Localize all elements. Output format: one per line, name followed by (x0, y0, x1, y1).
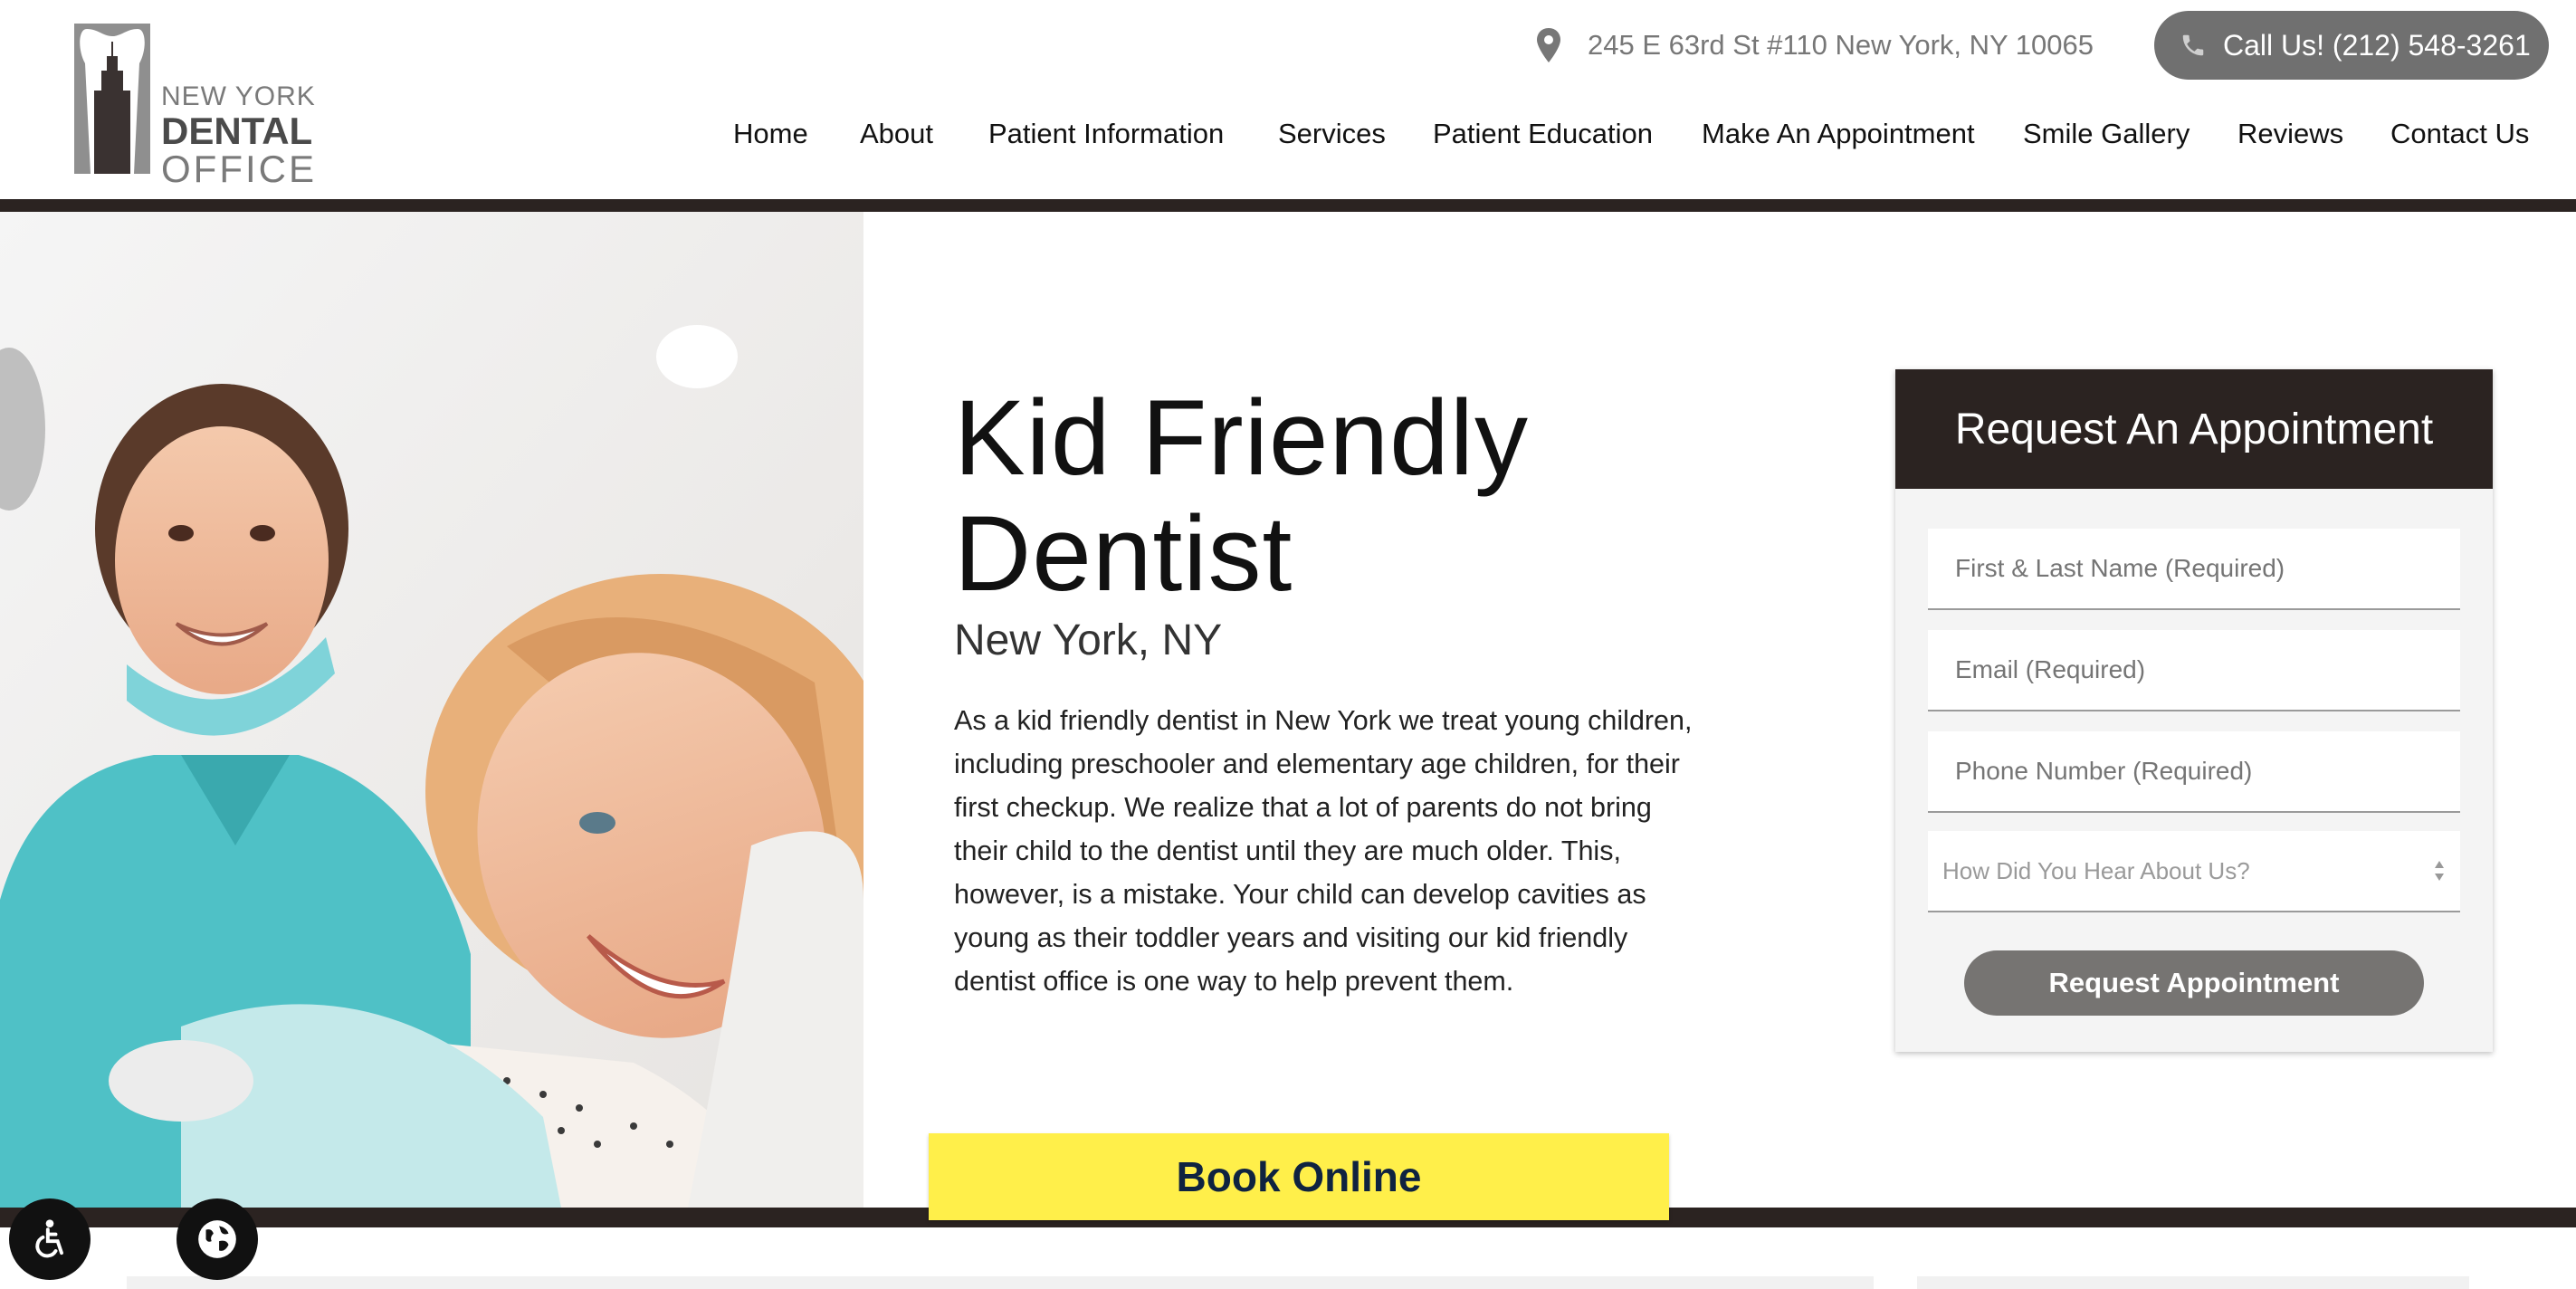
logo-line-new-york: NEW YORK (161, 81, 316, 111)
header-divider-bar (0, 199, 2576, 212)
referral-select-value: How Did You Hear About Us? (1942, 856, 2250, 884)
nav-patient-education[interactable]: Patient Education (1433, 118, 1653, 150)
phone-icon (2182, 34, 2204, 56)
hero-photo-illustration (0, 212, 863, 1208)
next-section-panel-left (127, 1276, 1874, 1289)
nav-services[interactable]: Services (1278, 118, 1386, 150)
main-nav: Home About Patient Information Services … (0, 118, 2576, 163)
referral-select[interactable]: How Did You Hear About Us? (1928, 831, 2460, 911)
nav-home[interactable]: Home (733, 118, 808, 150)
email-field-wrapper (1928, 630, 2460, 711)
globe-icon (198, 1220, 236, 1258)
nav-patient-information[interactable]: Patient Information (988, 118, 1224, 150)
page-subtitle: New York, NY (954, 616, 1223, 664)
wheelchair-icon (35, 1219, 63, 1258)
phone-field-wrapper (1928, 731, 2460, 813)
nav-contact-us[interactable]: Contact Us (2390, 118, 2529, 150)
nav-about[interactable]: About (860, 118, 933, 150)
name-field[interactable] (1928, 529, 2460, 608)
referral-select-wrapper: How Did You Hear About Us? (1928, 831, 2460, 912)
hero-photo-dentist-and-child (0, 212, 863, 1208)
nav-smile-gallery[interactable]: Smile Gallery (2023, 118, 2190, 150)
accessibility-button[interactable] (9, 1198, 91, 1280)
appointment-form-card: Request An Appointment How Did You Hear … (1895, 369, 2493, 1052)
address-text: 245 E 63rd St #110 New York, NY 10065 (1588, 29, 2094, 61)
nav-reviews[interactable]: Reviews (2237, 118, 2343, 150)
book-online-button[interactable]: Book Online (929, 1133, 1669, 1220)
intro-paragraph: As a kid friendly dentist in New York we… (954, 705, 1693, 997)
site-header: NEW YORK DENTAL OFFICE 245 E 63rd St #11… (0, 0, 2576, 199)
phone-field[interactable] (1928, 731, 2460, 811)
language-button[interactable] (177, 1198, 258, 1280)
map-pin-icon (1537, 28, 1560, 62)
call-us-button[interactable]: Call Us! (212) 548-3261 (2154, 11, 2549, 80)
page-title-line2: Dentist (954, 494, 1293, 614)
appointment-form-title: Request An Appointment (1895, 369, 2493, 489)
name-field-wrapper (1928, 529, 2460, 610)
address[interactable]: 245 E 63rd St #110 New York, NY 10065 (1537, 25, 2094, 65)
select-arrows-icon (2435, 861, 2444, 881)
page-title-line1: Kid Friendly (954, 378, 1530, 498)
page-title: Kid Friendly Dentist (954, 380, 1529, 612)
call-us-label: Call Us! (212) 548-3261 (2223, 28, 2531, 62)
email-field[interactable] (1928, 630, 2460, 710)
nav-make-an-appointment[interactable]: Make An Appointment (1702, 118, 1975, 150)
next-section-panel-right (1917, 1276, 2469, 1289)
request-appointment-button[interactable]: Request Appointment (1964, 950, 2424, 1016)
